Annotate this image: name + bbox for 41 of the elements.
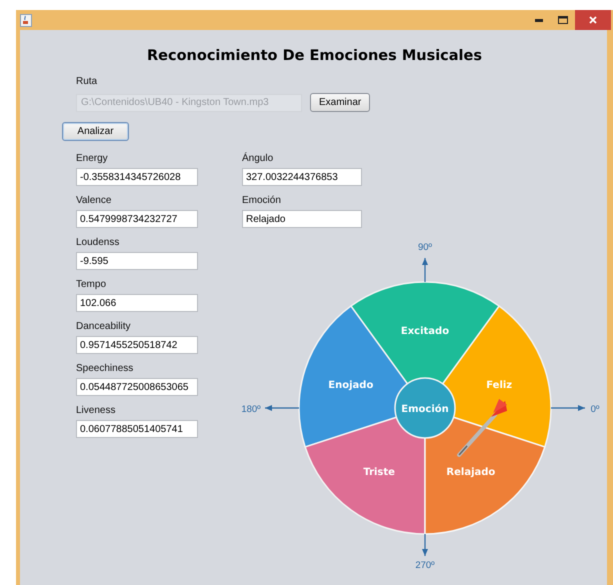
axis-label: 180º — [241, 404, 261, 415]
app-heading: Reconocimiento De Emociones Musicales — [146, 48, 483, 64]
feature-field[interactable]: -9.595 — [76, 252, 198, 270]
analyze-button[interactable]: Analizar — [62, 122, 129, 141]
feature-label: Liveness — [76, 404, 116, 417]
feature-label: Energy — [76, 152, 109, 165]
axis-arrow — [265, 405, 299, 411]
feature-field[interactable]: 0.054487725008653065 — [76, 378, 198, 396]
path-label: Ruta — [76, 76, 98, 87]
result-label: Emoción — [242, 194, 282, 207]
feature-field[interactable]: 0.9571455250518742 — [76, 336, 198, 354]
feature-label: Loudenss — [76, 236, 120, 249]
close-button[interactable] — [575, 10, 611, 30]
maximize-icon — [558, 16, 568, 24]
center-label: Emoción — [401, 404, 449, 415]
result-field[interactable]: Relajado — [242, 210, 362, 228]
feature-field[interactable]: 102.066 — [76, 294, 198, 312]
axis-label: 90º — [418, 242, 432, 253]
axis-label: 270º — [415, 560, 435, 571]
segment-label: Excitado — [400, 326, 450, 337]
result-label: Ángulo — [242, 152, 274, 165]
java-cup-icon — [20, 14, 32, 26]
feature-label: Speechiness — [76, 362, 134, 375]
feature-field[interactable]: -0.3558314345726028 — [76, 168, 198, 186]
close-icon — [589, 16, 597, 24]
segment-label: Triste — [363, 467, 395, 478]
feature-field[interactable]: 0.5479998734232727 — [76, 210, 198, 228]
feature-label: Valence — [76, 194, 112, 207]
minimize-icon — [535, 18, 543, 22]
segment-label: Feliz — [486, 380, 512, 391]
segment-label: Relajado — [446, 467, 496, 478]
result-field[interactable]: 327.0032244376853 — [242, 168, 362, 186]
wheel-center — [394, 377, 456, 439]
feature-field[interactable]: 0.06077885051405741 — [76, 420, 198, 438]
axis-arrow — [422, 534, 428, 556]
feature-label: Danceability — [76, 320, 132, 333]
segment-label: Enojado — [328, 380, 374, 391]
feature-label: Tempo — [76, 278, 108, 291]
axis-arrow — [551, 405, 585, 411]
axis-arrow — [422, 258, 428, 282]
axis-label: 0º — [590, 404, 600, 415]
